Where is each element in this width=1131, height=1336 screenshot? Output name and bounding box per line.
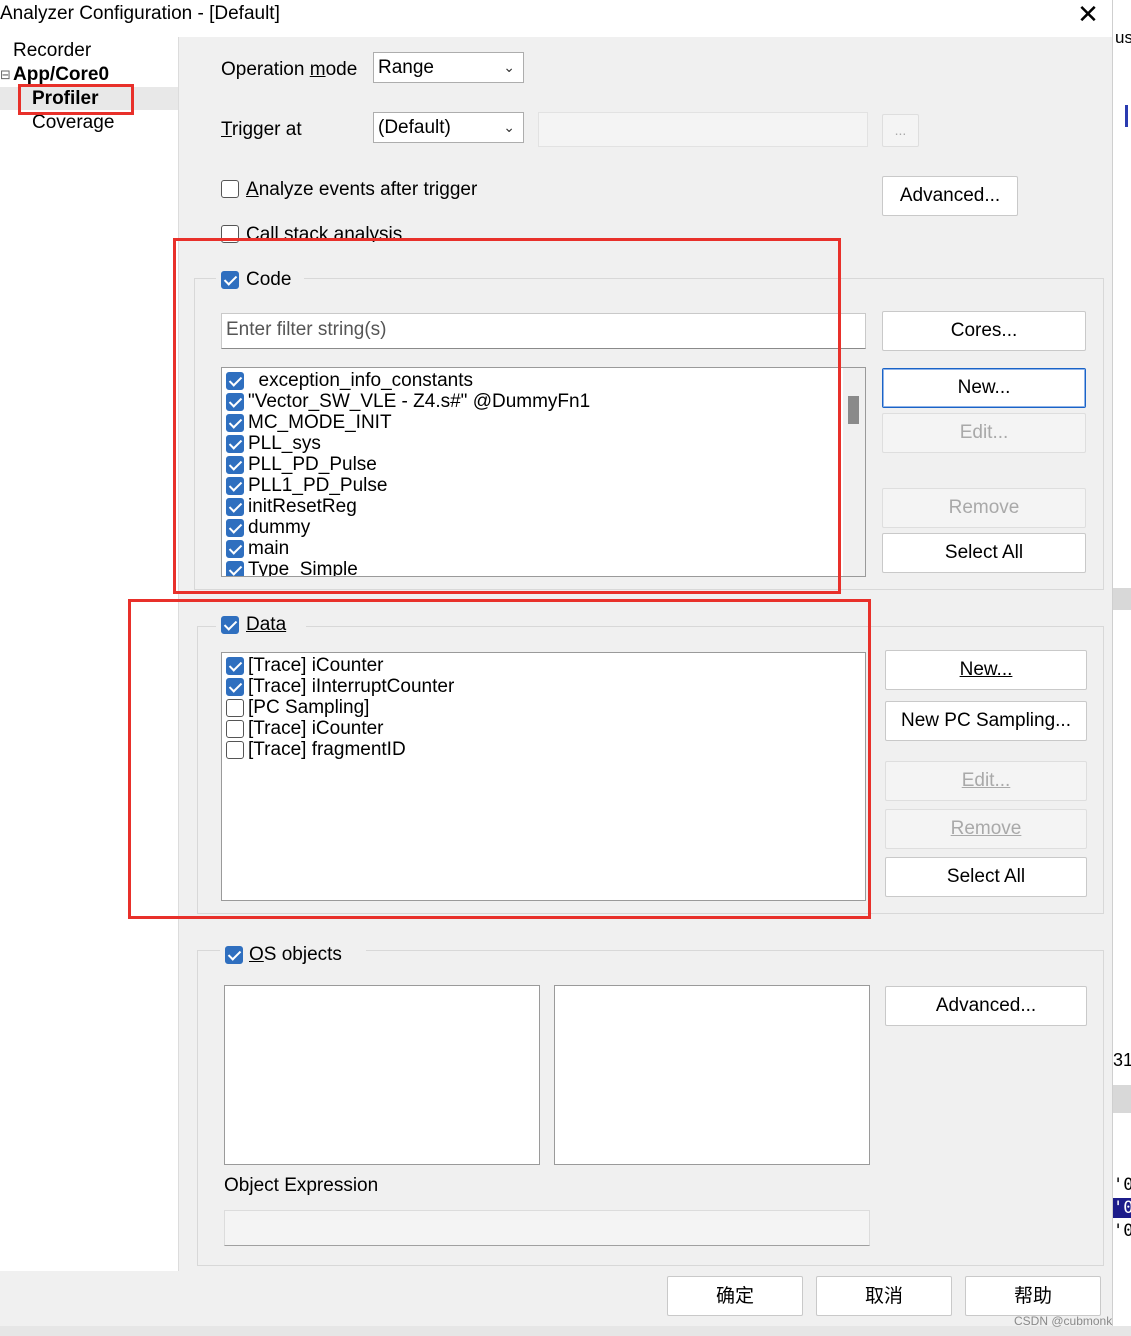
- operation-mode-value: Range: [378, 57, 434, 78]
- chevron-down-icon: ⌄: [503, 119, 515, 135]
- code-select-all-button[interactable]: Select All: [882, 533, 1086, 573]
- advanced-button[interactable]: Advanced...: [882, 176, 1018, 216]
- bottom-edge: [0, 1326, 1131, 1336]
- title-bar: Analyzer Configuration - [Default] ✕: [0, 0, 1112, 30]
- background-fragment-top: us: [1115, 28, 1131, 47]
- background-band: [1113, 588, 1131, 610]
- background-band: [1113, 1085, 1131, 1113]
- data-highlight-box: [128, 599, 871, 919]
- tree-item-coverage[interactable]: Coverage: [32, 112, 114, 134]
- trigger-value: (Default): [378, 117, 451, 138]
- operation-mode-select[interactable]: Range ⌄: [373, 52, 524, 83]
- analyze-events-checkbox[interactable]: [221, 180, 239, 198]
- background-fragment-row: '0: [1113, 1175, 1131, 1195]
- code-new-button[interactable]: New...: [882, 368, 1086, 408]
- ok-button[interactable]: 确定: [667, 1276, 803, 1316]
- os-objects-label: OS objects: [249, 944, 342, 965]
- tree-expander-icon[interactable]: ⊟: [0, 67, 11, 83]
- scrollbar-thumb[interactable]: [848, 396, 859, 424]
- code-highlight-box: [173, 238, 841, 594]
- operation-mode-label: Operation mode: [221, 59, 358, 80]
- background-fragment-mid: 31: [1113, 1050, 1131, 1070]
- os-advanced-button[interactable]: Advanced...: [885, 986, 1087, 1026]
- trigger-select[interactable]: (Default) ⌄: [373, 112, 524, 143]
- data-remove-button[interactable]: Remove: [885, 809, 1087, 849]
- trigger-label: Trigger at: [221, 119, 302, 140]
- code-list-scrollbar[interactable]: [843, 368, 865, 576]
- os-objects-list-left[interactable]: [224, 985, 540, 1165]
- data-new-button[interactable]: New...: [885, 650, 1087, 690]
- os-objects-checkbox[interactable]: [225, 946, 243, 964]
- cancel-button[interactable]: 取消: [816, 1276, 952, 1316]
- object-expression-input[interactable]: [224, 1210, 870, 1246]
- object-expression-label: Object Expression: [224, 1175, 379, 1196]
- tree-item-recorder[interactable]: Recorder: [13, 40, 91, 62]
- os-objects-list-right[interactable]: [554, 985, 870, 1165]
- tree-item-app-core0[interactable]: App/Core0: [13, 64, 109, 86]
- trigger-browse-button[interactable]: ...: [882, 114, 919, 147]
- background-window-strip: us 31 '0 '0 '0: [1112, 0, 1131, 1336]
- code-edit-button[interactable]: Edit...: [882, 413, 1086, 453]
- help-button[interactable]: 帮助: [965, 1276, 1101, 1316]
- background-marker: [1125, 105, 1128, 127]
- chevron-down-icon: ⌄: [503, 59, 515, 75]
- cores-button[interactable]: Cores...: [882, 311, 1086, 351]
- analyze-events-label: Analyze events after trigger: [246, 179, 478, 200]
- trigger-detail-field: [538, 112, 868, 147]
- data-select-all-button[interactable]: Select All: [885, 857, 1087, 897]
- watermark: CSDN @cubmonk: [1014, 1314, 1113, 1328]
- data-edit-button[interactable]: Edit...: [885, 761, 1087, 801]
- new-pc-sampling-button[interactable]: New PC Sampling...: [885, 701, 1087, 741]
- code-remove-button[interactable]: Remove: [882, 488, 1086, 528]
- close-icon[interactable]: ✕: [1075, 0, 1101, 28]
- profiler-highlight-box: [18, 84, 134, 115]
- background-fragment-row: '0: [1113, 1198, 1131, 1218]
- window-title: Analyzer Configuration - [Default]: [0, 3, 280, 24]
- background-fragment-row: '0: [1113, 1221, 1131, 1241]
